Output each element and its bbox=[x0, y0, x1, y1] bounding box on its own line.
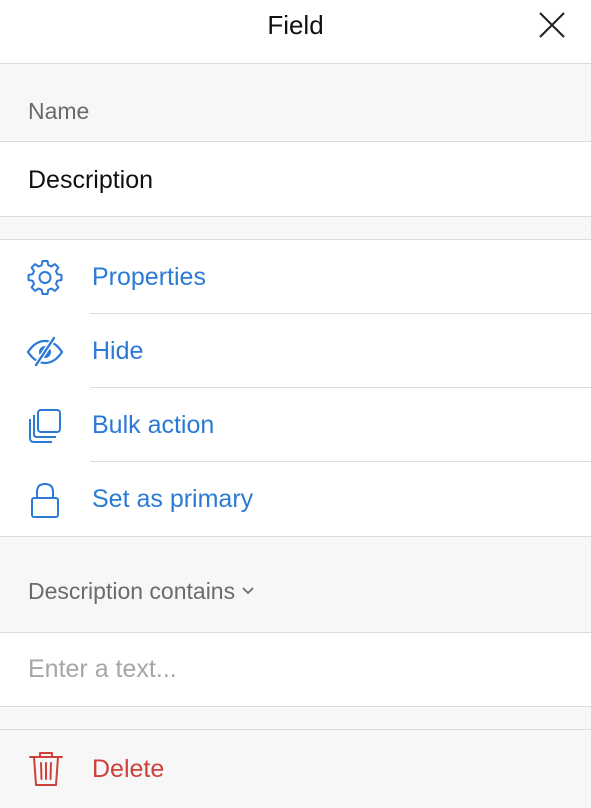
gear-icon bbox=[26, 259, 64, 297]
lock-icon bbox=[26, 481, 64, 519]
hide-action[interactable]: Hide bbox=[0, 314, 591, 388]
filter-operator-dropdown[interactable]: Description contains bbox=[28, 578, 255, 605]
set-primary-action[interactable]: Set as primary bbox=[0, 462, 591, 536]
name-field-value[interactable]: Description bbox=[28, 142, 153, 218]
set-primary-label: Set as primary bbox=[92, 485, 254, 513]
eye-slash-icon bbox=[26, 333, 64, 371]
panel-header: Field bbox=[0, 0, 591, 64]
delete-button[interactable]: Delete bbox=[0, 729, 591, 798]
name-section-label: Name bbox=[28, 98, 90, 124]
bulk-action-label: Bulk action bbox=[92, 411, 215, 439]
bulk-action[interactable]: Bulk action bbox=[0, 388, 591, 462]
copy-stack-icon bbox=[26, 407, 64, 445]
properties-label: Properties bbox=[92, 263, 206, 291]
hide-label: Hide bbox=[92, 337, 144, 365]
action-list: Properties Hide Bulk action Set as prima… bbox=[0, 239, 591, 537]
filter-text-input[interactable] bbox=[0, 632, 591, 707]
close-icon bbox=[539, 12, 565, 38]
close-button[interactable] bbox=[537, 10, 567, 40]
properties-action[interactable]: Properties bbox=[0, 240, 591, 314]
delete-label: Delete bbox=[92, 755, 165, 783]
filter-label-text: Description contains bbox=[28, 578, 236, 604]
name-field-row[interactable]: Description bbox=[0, 141, 591, 217]
panel-title: Field bbox=[267, 10, 324, 40]
trash-icon bbox=[28, 750, 64, 788]
chevron-down-icon bbox=[242, 587, 254, 595]
